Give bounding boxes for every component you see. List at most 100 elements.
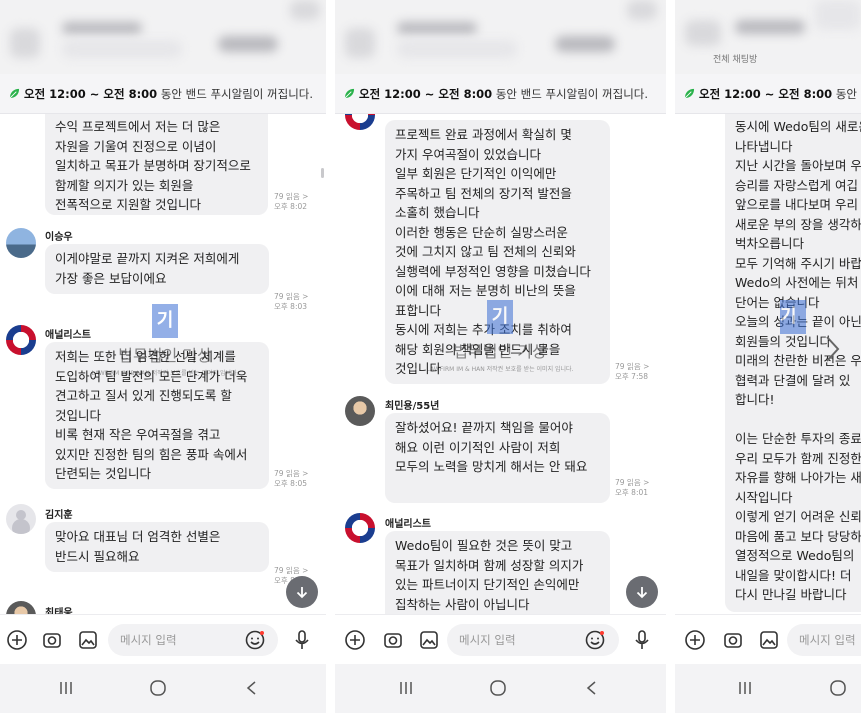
home-button[interactable]: [146, 676, 170, 700]
header-blurred: [335, 0, 666, 74]
back-icon: [246, 681, 256, 695]
gallery-icon: [420, 631, 438, 649]
mic-icon: [295, 630, 309, 649]
avatar[interactable]: [345, 114, 375, 130]
gallery-button[interactable]: [417, 628, 441, 652]
message-bubble: 저희는 또한 더 엄격한 선발 체계를 도입하여 팀 발전의 모든 단계가 더욱…: [45, 342, 269, 489]
mic-icon: [635, 630, 649, 649]
read-count[interactable]: 79 읽음 >: [615, 478, 649, 487]
attach-button[interactable]: [343, 628, 367, 652]
notice-text: 동안 밴: [835, 87, 861, 101]
back-icon: [586, 681, 596, 695]
sender-name[interactable]: 애널리스트: [45, 326, 91, 341]
attach-button[interactable]: [683, 628, 707, 652]
scroll-down-button[interactable]: [286, 576, 318, 608]
recent-apps-icon: [739, 682, 751, 694]
recent-apps-button[interactable]: [394, 676, 418, 700]
voice-button[interactable]: [290, 628, 314, 652]
scroll-down-button[interactable]: [626, 576, 658, 608]
message-time: 오후 8:01: [615, 488, 649, 497]
message-bubble: 프로젝트 완료 과정에서 확실히 몇 가지 우여곡절이 있었습니다 일부 회원은…: [385, 120, 610, 384]
message-time: 오후 8:02: [274, 202, 308, 211]
attach-button[interactable]: [5, 628, 29, 652]
plus-icon: [685, 630, 705, 650]
push-notice-bar: 오전 12:00 ~ 오전 8:00 동안 밴: [675, 74, 861, 114]
system-nav-bar: [0, 664, 326, 713]
back-button[interactable]: [580, 676, 604, 700]
home-button[interactable]: [486, 676, 510, 700]
notice-time: 오전 12:00 ~ 오전 8:00: [359, 87, 493, 101]
gallery-button[interactable]: [76, 628, 100, 652]
plus-icon: [7, 630, 27, 650]
sender-name[interactable]: 김지훈: [45, 506, 73, 521]
chat-area[interactable]: 프로젝트 완료 과정에서 확실히 몇 가지 우여곡절이 있었습니다 일부 회원은…: [335, 114, 666, 622]
plus-icon: [345, 630, 365, 650]
avatar[interactable]: [345, 513, 375, 543]
message-composer: 메시지 입력: [0, 614, 326, 664]
recent-apps-button[interactable]: [54, 676, 78, 700]
message-meta: 79 읽음 > 오후 8:02: [274, 192, 308, 212]
sender-name[interactable]: 이승우: [45, 228, 73, 243]
message-input[interactable]: 메시지 입력: [787, 624, 861, 656]
home-icon: [830, 680, 846, 696]
chat-screen-3: 전체 채팅방 오전 12:00 ~ 오전 8:00 동안 밴 동시에 Wedo팀…: [675, 0, 861, 713]
message-time: 오후 8:03: [274, 302, 308, 311]
gallery-icon: [79, 631, 97, 649]
message-time: 오후 8:05: [274, 479, 308, 488]
avatar[interactable]: [6, 325, 36, 355]
avatar[interactable]: [6, 504, 36, 534]
read-count[interactable]: 79 읽음 >: [615, 362, 649, 371]
chat-room-caption: 전체 채팅방: [713, 55, 758, 65]
camera-icon: [43, 633, 61, 648]
leaf-icon: [684, 88, 695, 99]
header-blurred: [0, 0, 326, 74]
next-image-button[interactable]: [817, 329, 847, 369]
camera-icon: [724, 633, 742, 648]
system-nav-bar: [335, 664, 666, 713]
watermark-logo-icon: 기: [152, 304, 178, 338]
avatar[interactable]: [6, 228, 36, 258]
gallery-button[interactable]: [757, 628, 781, 652]
message-bubble: Wedo팀이 필요한 것은 뜻이 맞고 목표가 일치하며 함께 성장할 의지가 …: [385, 531, 610, 622]
camera-button[interactable]: [721, 628, 745, 652]
system-nav-bar: [675, 664, 861, 713]
home-button[interactable]: [826, 676, 850, 700]
message-meta: 79 읽음 > 오후 7:58: [615, 362, 649, 382]
home-icon: [150, 680, 166, 696]
voice-button[interactable]: [630, 628, 654, 652]
message-composer: 메시지 입력: [675, 614, 861, 664]
chat-screen-1: 오전 12:00 ~ 오전 8:00 동안 밴드 푸시알림이 꺼집니다. 수익 …: [0, 0, 326, 713]
leaf-icon: [344, 88, 355, 99]
read-count[interactable]: 79 읽음 >: [274, 192, 308, 201]
emoji-icon: [245, 630, 265, 650]
camera-icon: [384, 633, 402, 648]
read-count[interactable]: 79 읽음 >: [274, 292, 308, 301]
emoji-button[interactable]: [243, 628, 267, 652]
recent-apps-button[interactable]: [733, 676, 757, 700]
message-meta: 79 읽음 > 오후 8:05: [274, 469, 308, 489]
notice-text: 동안 밴드 푸시알림이 꺼집니다.: [492, 87, 649, 101]
next-arrow-icon: [826, 336, 840, 362]
sender-name[interactable]: 애널리스트: [385, 515, 431, 530]
message-composer: 메시지 입력: [335, 614, 666, 664]
read-count[interactable]: 79 읽음 >: [274, 566, 308, 575]
chat-area[interactable]: 수익 프로젝트에서 저는 더 많은 자원을 기울여 진정으로 이념이 일치하고 …: [0, 114, 326, 622]
sender-name[interactable]: 최민용/55년: [385, 397, 439, 412]
camera-button[interactable]: [381, 628, 405, 652]
message-time: 오후 7:58: [615, 372, 649, 381]
emoji-button[interactable]: [583, 628, 607, 652]
home-icon: [490, 680, 506, 696]
scrollbar-thumb[interactable]: [321, 168, 324, 178]
message-bubble: 이게야말로 끝까지 지켜온 저희에게 가장 좋은 보답이에요: [45, 244, 269, 294]
chat-area[interactable]: 동시에 Wedo팀의 새로운 나타냅니다 지난 시간을 돌아보며 우 승리를 자…: [675, 114, 861, 622]
avatar[interactable]: [345, 396, 375, 426]
push-notice-bar: 오전 12:00 ~ 오전 8:00 동안 밴드 푸시알림이 꺼집니다.: [335, 74, 666, 114]
notice-time: 오전 12:00 ~ 오전 8:00: [24, 87, 158, 101]
scroll-down-icon: [296, 587, 308, 599]
camera-button[interactable]: [40, 628, 64, 652]
read-count[interactable]: 79 읽음 >: [274, 469, 308, 478]
message-bubble: 수익 프로젝트에서 저는 더 많은 자원을 기울여 진정으로 이념이 일치하고 …: [45, 114, 268, 215]
message-meta: 79 읽음 > 오후 8:03: [274, 292, 308, 312]
recent-apps-icon: [60, 682, 72, 694]
back-button[interactable]: [240, 676, 264, 700]
